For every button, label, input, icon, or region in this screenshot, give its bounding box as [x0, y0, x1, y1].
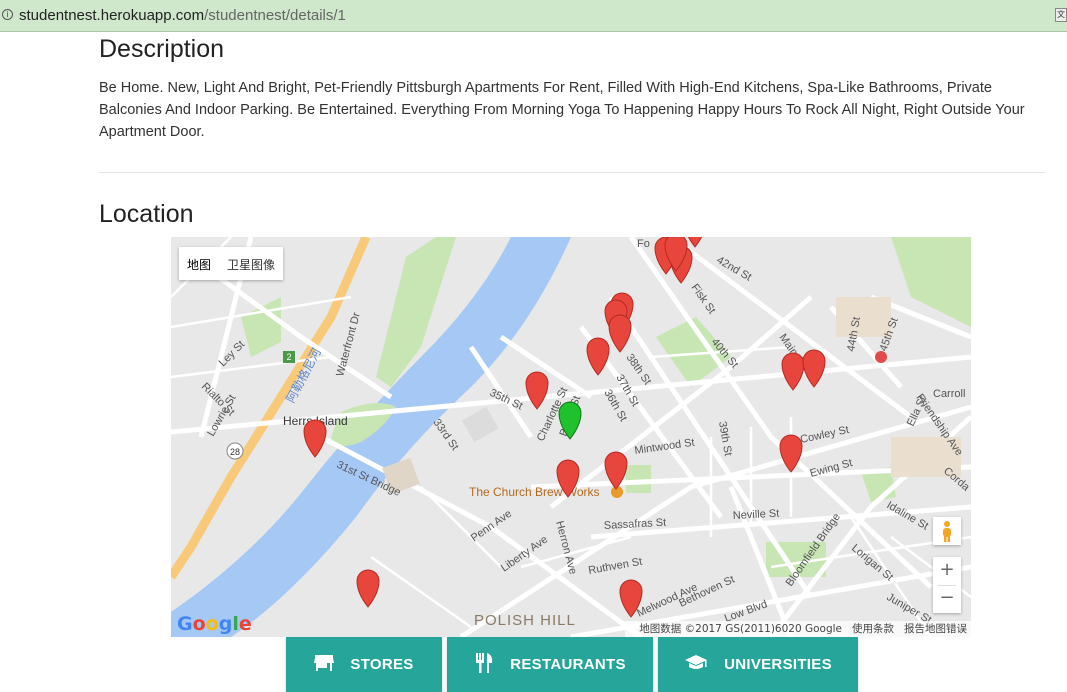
hospital-icon [875, 351, 887, 363]
map-canvas[interactable]: Herrs Island The Church Brew Works POLIS… [171, 237, 971, 637]
restaurants-button[interactable]: RESTAURANTS [447, 637, 653, 692]
polish-hill-label: POLISH HILL [474, 612, 576, 629]
svg-text:Carroll: Carroll [933, 388, 965, 400]
translate-icon[interactable]: 文 [1055, 8, 1067, 22]
school-icon [684, 654, 708, 676]
map-type-map-tab[interactable]: 地图 [179, 247, 219, 280]
svg-text:28: 28 [230, 447, 240, 457]
route-2-badge: 2 [283, 351, 295, 363]
map-attribution: 地图数据 ©2017 GS(2011)6020 Google 使用条款 报告地图错误 [625, 621, 971, 637]
section-divider [99, 172, 1045, 173]
google-logo[interactable]: Google [177, 613, 252, 635]
church-brew-works-label: The Church Brew Works [469, 485, 599, 499]
stores-label: STORES [350, 656, 414, 673]
store-icon [314, 654, 335, 676]
route-28-badge: 28 [226, 442, 244, 460]
info-icon[interactable]: i [2, 9, 13, 20]
url-path: /studentnest/details/1 [204, 7, 346, 24]
restaurant-icon [474, 652, 494, 678]
universities-button[interactable]: UNIVERSITIES [658, 637, 858, 692]
zoom-control[interactable]: + − [933, 557, 961, 613]
report-map-error-link[interactable]: 报告地图错误 [904, 623, 967, 635]
svg-text:2: 2 [286, 352, 291, 362]
universities-label: UNIVERSITIES [724, 656, 832, 673]
zoom-out-button[interactable]: − [933, 585, 961, 613]
svg-text:Fo: Fo [637, 238, 650, 250]
browser-address-bar[interactable]: i studentnest.herokuapp.com/studentnest/… [0, 0, 1067, 32]
map-type-control[interactable]: 地图 卫星图像 [179, 247, 284, 280]
category-button-bar: STORES RESTAURANTS UNIVERSITIES [286, 637, 863, 692]
map-terms-link[interactable]: 使用条款 [852, 623, 894, 635]
description-text: Be Home. New, Light And Bright, Pet-Frie… [99, 80, 1025, 140]
stores-button[interactable]: STORES [286, 637, 442, 692]
map-type-satellite-tab[interactable]: 卫星图像 [219, 247, 283, 280]
description-heading: Description [99, 35, 225, 63]
location-heading: Location [99, 200, 194, 228]
url-host: studentnest.herokuapp.com [19, 7, 205, 24]
restaurants-label: RESTAURANTS [510, 656, 626, 673]
map-data-attribution: 地图数据 ©2017 GS(2011)6020 Google [639, 623, 842, 635]
svg-text:Neville St: Neville St [733, 508, 780, 522]
zoom-divider [938, 585, 956, 586]
url-text[interactable]: studentnest.herokuapp.com/studentnest/de… [19, 7, 346, 24]
zoom-in-button[interactable]: + [933, 557, 961, 585]
google-map[interactable]: Herrs Island The Church Brew Works POLIS… [171, 237, 971, 637]
street-view-pegman-icon[interactable] [933, 517, 961, 545]
